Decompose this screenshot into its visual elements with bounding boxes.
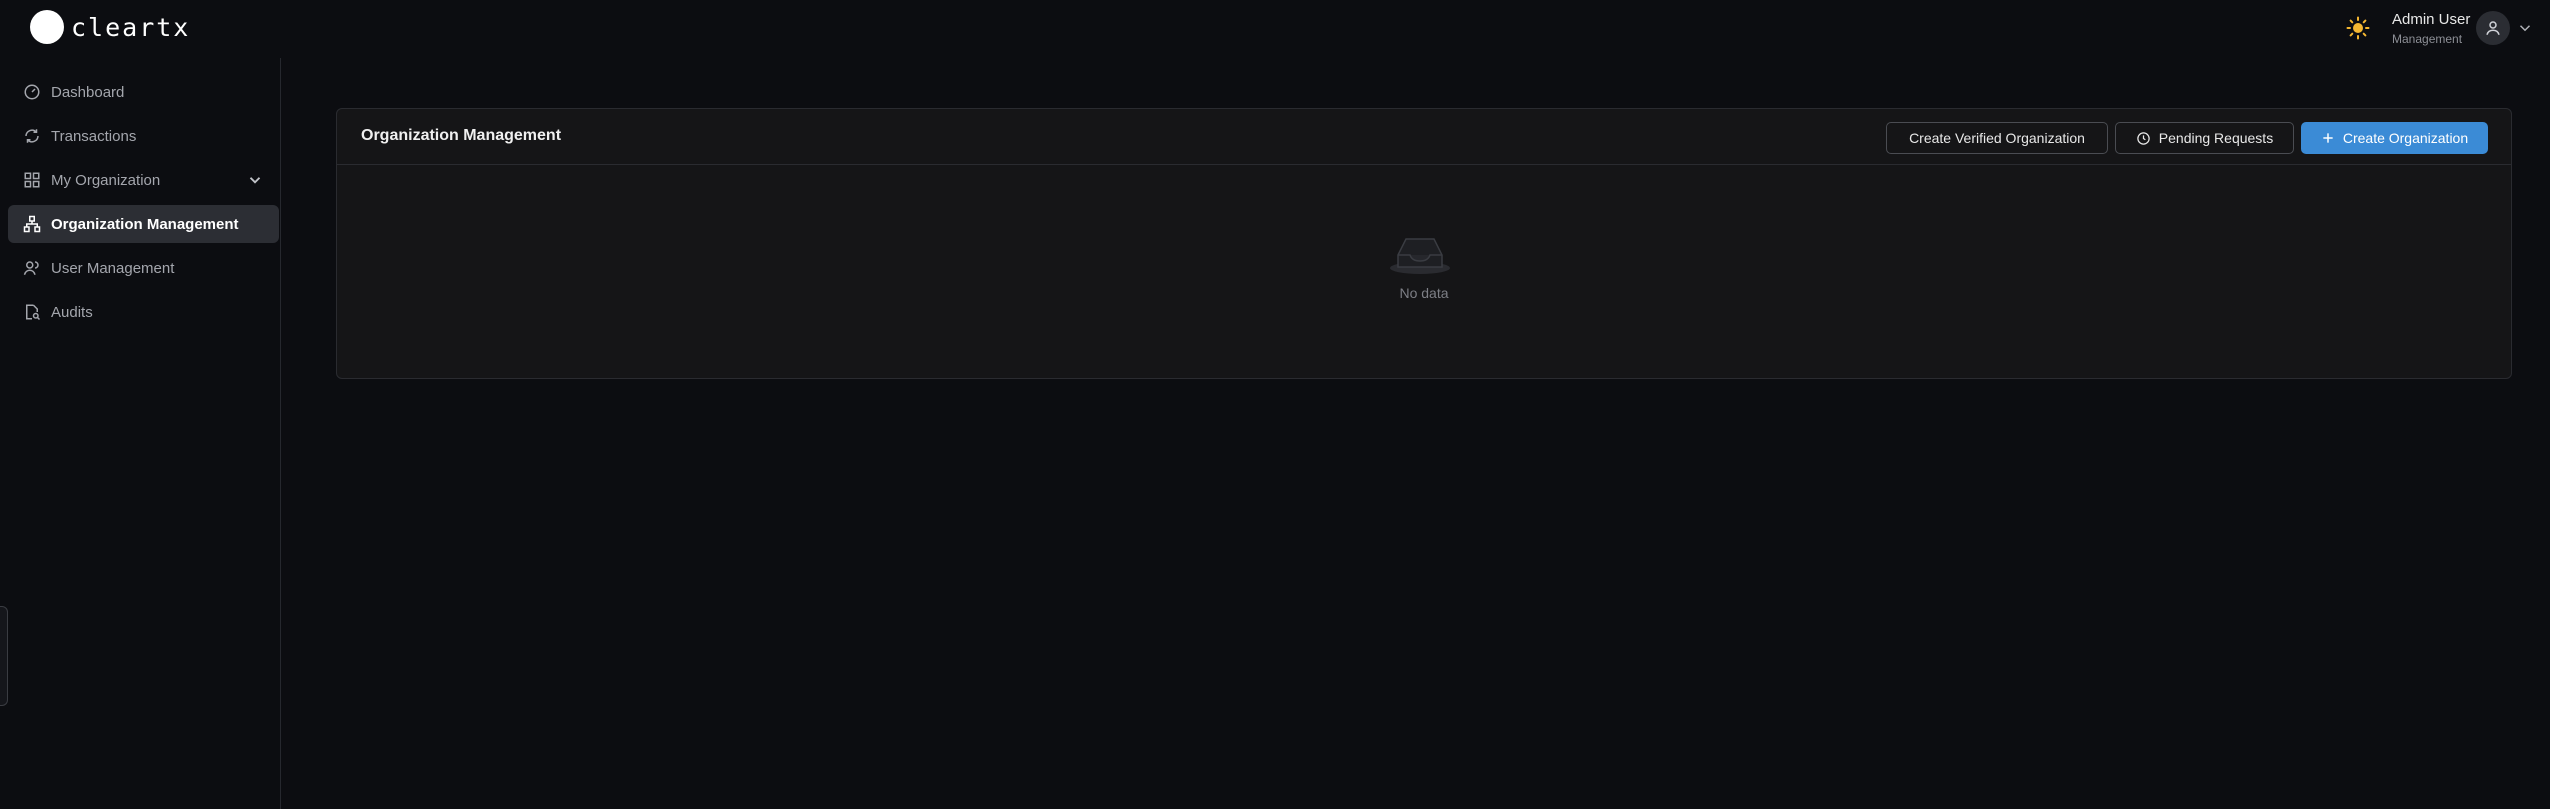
logo-text: cleartx — [71, 12, 191, 42]
dashboard-icon — [23, 83, 41, 101]
create-organization-button[interactable]: Create Organization — [2301, 122, 2488, 154]
plus-icon — [2321, 131, 2335, 145]
user-info[interactable]: Admin User Management — [2392, 11, 2470, 47]
sidebar-item-my-organization[interactable]: My Organization — [8, 161, 279, 199]
sidebar-item-label: Organization Management — [51, 215, 239, 233]
sidebar: Dashboard Transactions My Organization O… — [0, 58, 281, 809]
clock-icon — [2136, 131, 2151, 146]
button-label: Create Verified Organization — [1909, 130, 2085, 146]
sidebar-item-audits[interactable]: Audits — [8, 293, 279, 331]
empty-inbox-icon — [1388, 233, 1452, 280]
create-verified-organization-button[interactable]: Create Verified Organization — [1886, 122, 2108, 154]
sidebar-item-dashboard[interactable]: Dashboard — [8, 73, 279, 111]
sun-icon[interactable] — [2346, 16, 2370, 40]
sidebar-collapse-handle[interactable] — [0, 606, 8, 706]
button-label: Create Organization — [2342, 130, 2469, 146]
transactions-icon — [23, 127, 41, 145]
chevron-down-icon[interactable] — [2516, 19, 2534, 37]
empty-state: No data — [337, 165, 2511, 379]
top-header: cleartx Admin User Management — [0, 0, 2550, 58]
sidebar-item-label: Transactions — [51, 127, 137, 145]
sidebar-item-label: Dashboard — [51, 83, 125, 101]
grid-icon — [23, 171, 41, 189]
card-header: Organization Management Create Verified … — [337, 109, 2511, 165]
audit-icon — [23, 303, 41, 321]
logo[interactable]: cleartx — [30, 10, 190, 44]
sidebar-item-label: My Organization — [51, 171, 161, 189]
logo-circle-icon — [30, 10, 64, 44]
sidebar-item-transactions[interactable]: Transactions — [8, 117, 279, 155]
chevron-down-icon[interactable] — [246, 171, 264, 189]
empty-text: No data — [1399, 285, 1449, 301]
sidebar-item-organization-management[interactable]: Organization Management — [8, 205, 279, 243]
sidebar-item-label: Audits — [51, 303, 93, 321]
sidebar-item-label: User Management — [51, 259, 175, 277]
user-avatar-icon[interactable] — [2476, 11, 2510, 45]
card-title: Organization Management — [361, 127, 562, 144]
sidebar-item-user-management[interactable]: User Management — [8, 249, 279, 287]
org-tree-icon — [23, 215, 41, 233]
organization-management-card: Organization Management Create Verified … — [336, 108, 2512, 379]
pending-requests-button[interactable]: Pending Requests — [2115, 122, 2294, 154]
user-name: Admin User — [2392, 11, 2471, 28]
users-icon — [23, 259, 41, 277]
user-role: Management — [2392, 32, 2463, 46]
button-label: Pending Requests — [2158, 130, 2274, 146]
